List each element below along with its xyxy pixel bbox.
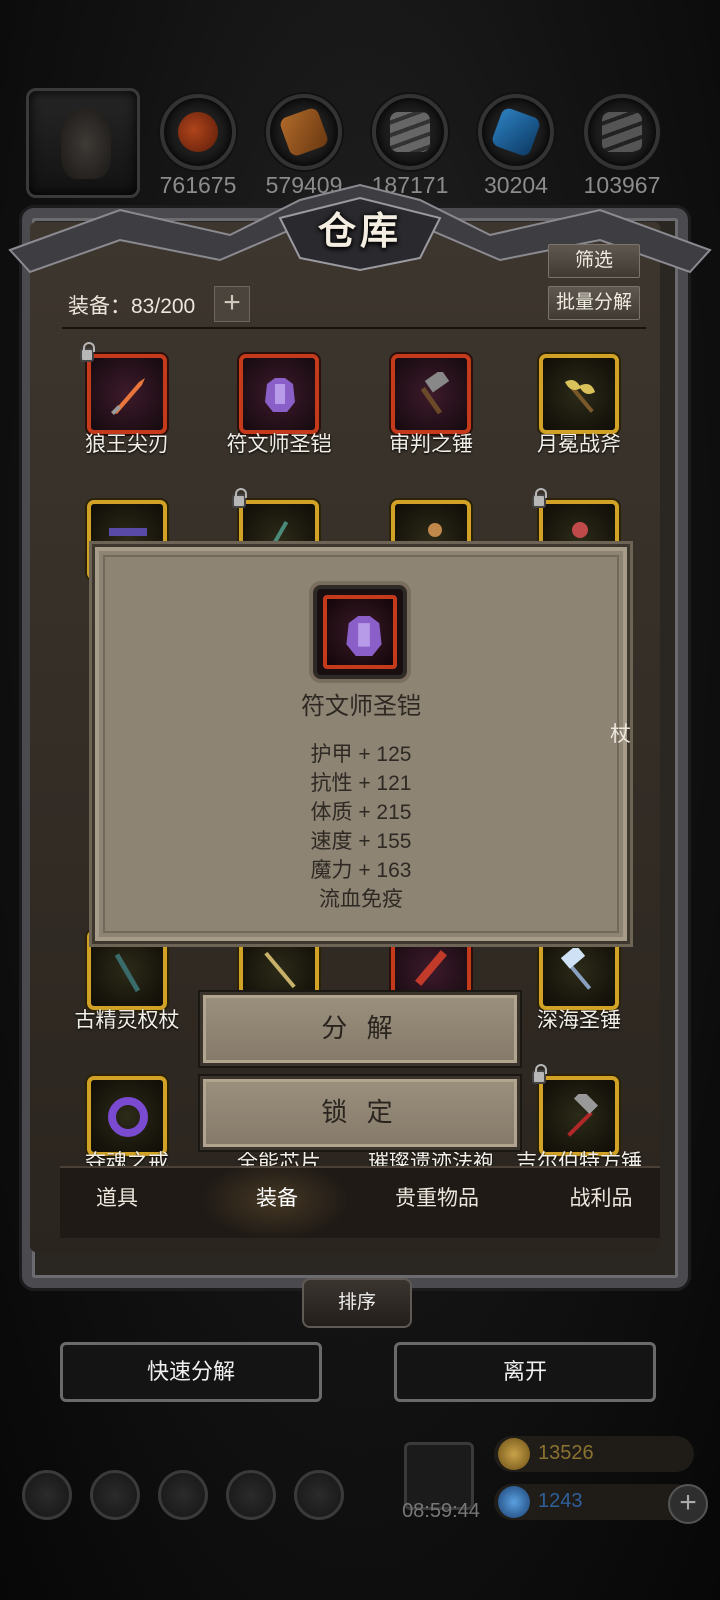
- item-name: 符文师圣铠: [226, 433, 332, 456]
- item-name: 审判之锤: [389, 433, 473, 456]
- gem-icon: [498, 1486, 530, 1518]
- spear-icon: [264, 951, 296, 989]
- hammer-icon: [420, 372, 450, 415]
- gold-coin-icon: [498, 1438, 530, 1470]
- meat-icon: [178, 112, 218, 152]
- expand-capacity-button[interactable]: +: [214, 286, 250, 322]
- stat-line: 体质 + 215: [310, 801, 412, 824]
- popup-item-inner: [323, 595, 397, 669]
- item-frame: [87, 1076, 167, 1156]
- iron-icon: [602, 112, 642, 152]
- tab-valuables[interactable]: 贵重物品: [362, 1182, 512, 1212]
- add-currency-button[interactable]: +: [668, 1484, 708, 1524]
- equipment-capacity: 装备：83/200: [68, 295, 196, 318]
- item-frame: [391, 354, 471, 434]
- stat-line: 速度 + 155: [310, 830, 412, 853]
- batch-decompose-button[interactable]: 批量分解: [548, 286, 640, 320]
- crystal-icon: [490, 106, 542, 158]
- inventory-item[interactable]: 古精灵权杖: [62, 930, 192, 1040]
- dagger-icon: [111, 378, 145, 415]
- inventory-item[interactable]: 月冕战斧: [514, 354, 644, 464]
- item-frame: [239, 354, 319, 434]
- armor-icon: [346, 616, 382, 656]
- lock-icon: [232, 488, 247, 508]
- lock-icon: [80, 342, 95, 362]
- gold-counter: 13526: [494, 1436, 694, 1472]
- quick-decompose-button[interactable]: 快速分解: [60, 1342, 322, 1402]
- popup-item-name: 符文师圣铠: [301, 693, 421, 720]
- warhammer-icon: [567, 1094, 599, 1137]
- gift-timer: 08:59:44: [402, 1500, 480, 1522]
- inventory-item[interactable]: 深海圣锤: [514, 930, 644, 1040]
- divider: [62, 327, 646, 329]
- lock-icon: [532, 488, 547, 508]
- stat-line: 魔力 + 163: [310, 859, 412, 882]
- resource-slot-stone[interactable]: [372, 94, 448, 170]
- item-frame: [539, 1076, 619, 1156]
- tab-loot[interactable]: 战利品: [526, 1182, 676, 1212]
- lock-button[interactable]: 锁 定: [200, 1076, 520, 1150]
- stat-line: 护甲 + 125: [310, 743, 412, 766]
- partial-item-label: 杖: [610, 723, 631, 746]
- tab-equipment[interactable]: 装备: [202, 1182, 352, 1212]
- map-icon[interactable]: [158, 1470, 208, 1520]
- resource-slot-wood[interactable]: [266, 94, 342, 170]
- resource-slot-iron[interactable]: [584, 94, 660, 170]
- resource-slot-crystal[interactable]: [478, 94, 554, 170]
- inventory-item[interactable]: 审判之锤: [366, 354, 496, 464]
- page-title: 仓库: [317, 208, 402, 253]
- decompose-button[interactable]: 分 解: [200, 992, 520, 1066]
- inventory-item[interactable]: 狼王尖刃: [62, 342, 192, 464]
- wood-icon: [278, 106, 330, 158]
- scepter-icon: [114, 953, 141, 993]
- blade-icon: [415, 950, 447, 986]
- tab-items[interactable]: 道具: [42, 1182, 192, 1212]
- gold-amount: 13526: [538, 1442, 594, 1464]
- mail-icon[interactable]: [226, 1470, 276, 1520]
- popup-item-frame: [313, 585, 407, 679]
- axe-icon: [565, 380, 595, 413]
- resource-slot-meat[interactable]: [160, 94, 236, 170]
- armor-icon: [265, 378, 295, 412]
- item-frame: [87, 354, 167, 434]
- skill-icon[interactable]: [90, 1470, 140, 1520]
- stat-line: 抗性 + 121: [310, 772, 412, 795]
- item-name: 古精灵权杖: [74, 1009, 180, 1032]
- item-frame: [539, 354, 619, 434]
- settings-icon[interactable]: [22, 1470, 72, 1520]
- gem-amount: 1243: [538, 1490, 583, 1512]
- item-name: 月冕战斧: [537, 433, 621, 456]
- lock-icon: [532, 1064, 547, 1084]
- item-name: 夺魂之戒: [85, 1151, 169, 1168]
- gem-counter: 1243: [494, 1484, 694, 1520]
- hooded-face-icon: [61, 109, 111, 179]
- sort-button[interactable]: 排序: [302, 1278, 412, 1328]
- inventory-item[interactable]: 符文师圣铠: [214, 354, 344, 464]
- stone-icon: [390, 112, 430, 152]
- inventory-icon[interactable]: [294, 1470, 344, 1520]
- ring-icon: [108, 1097, 148, 1137]
- filter-button[interactable]: 筛选: [548, 244, 640, 278]
- stat-line: 流血免疫: [319, 888, 403, 911]
- mace-icon: [560, 948, 592, 990]
- leave-button[interactable]: 离开: [394, 1342, 656, 1402]
- item-name: 狼王尖刃: [85, 433, 169, 456]
